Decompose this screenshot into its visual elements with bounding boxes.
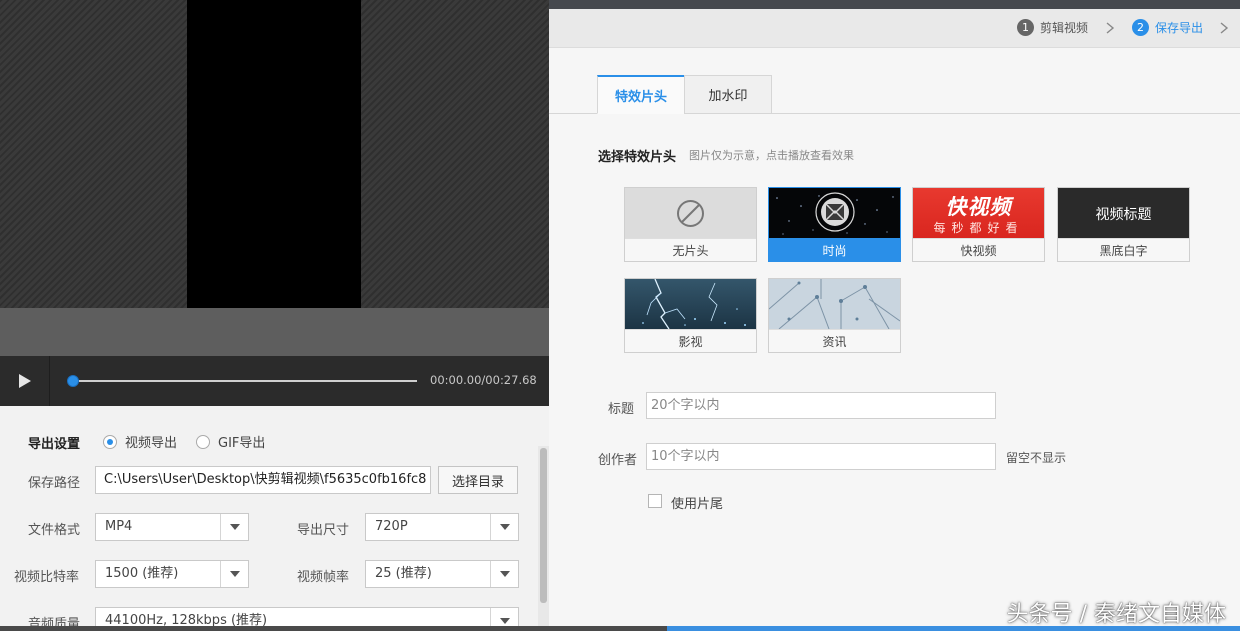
- author-label: 创作者: [598, 453, 638, 468]
- chevron-down-icon: [490, 561, 518, 587]
- use-outro-checkbox[interactable]: [648, 494, 662, 508]
- seek-handle[interactable]: [67, 375, 79, 387]
- export-settings-title: 导出设置: [28, 437, 81, 452]
- chevron-right-icon: [1220, 22, 1229, 34]
- format-label: 文件格式: [28, 523, 81, 538]
- step-number: 2: [1132, 19, 1149, 36]
- title-input[interactable]: 20个字以内: [646, 392, 996, 419]
- save-path-input[interactable]: C:\Users\User\Desktop\快剪辑视频\f5635c0fb16f…: [95, 466, 431, 494]
- fps-label: 视频帧率: [297, 570, 350, 585]
- settings-scrollbar-thumb[interactable]: [540, 448, 547, 603]
- bitrate-value: 1500 (推荐): [105, 566, 179, 581]
- intro-card-none[interactable]: 无片头: [624, 187, 757, 262]
- export-settings-panel: 导出设置 视频导出 GIF导出 保存路径 C:\Users\User\Deskt…: [0, 406, 549, 631]
- size-select[interactable]: 720P: [365, 513, 519, 541]
- preview-frame: [187, 0, 361, 308]
- choose-directory-button[interactable]: 选择目录: [438, 466, 518, 494]
- thumb-title: 快视频: [945, 195, 1012, 219]
- bitrate-label: 视频比特率: [14, 570, 80, 585]
- card-caption: 影视: [625, 329, 756, 352]
- player-controls: 00:00.00/00:27.68: [0, 356, 549, 406]
- author-note: 留空不显示: [1006, 451, 1067, 465]
- card-thumbnail: [769, 188, 900, 238]
- author-input[interactable]: 10个字以内: [646, 443, 996, 470]
- thumb-title: 视频标题: [1095, 207, 1152, 223]
- card-caption: 快视频: [913, 238, 1044, 261]
- fashion-thumbnail-art: [776, 192, 894, 235]
- lightning-thumbnail-art: [642, 279, 746, 329]
- card-caption: 黑底白字: [1058, 238, 1189, 261]
- intro-settings-panel: 1 剪辑视频 2 保存导出 特效片头 加水印 选择特效片头 图片仅为示意，点击播…: [549, 0, 1240, 631]
- card-thumbnail: [769, 279, 900, 329]
- card-thumbnail: 快视频 每秒都好看: [913, 188, 1044, 238]
- video-preview: [0, 0, 549, 308]
- card-caption: 无片头: [625, 238, 756, 261]
- intro-section-hint: 图片仅为示意，点击播放查看效果: [689, 149, 854, 162]
- chevron-down-icon: [220, 514, 248, 540]
- size-value: 720P: [375, 519, 408, 534]
- intro-card-film[interactable]: 影视: [624, 278, 757, 353]
- radio-label: 视频导出: [125, 436, 178, 451]
- top-strip: [549, 0, 1240, 9]
- fps-select[interactable]: 25 (推荐): [365, 560, 519, 588]
- watermark-text: 头条号 / 秦绪文自媒体: [1006, 602, 1226, 627]
- tab-watermark[interactable]: 加水印: [684, 75, 772, 114]
- chevron-down-icon: [220, 561, 248, 587]
- step-save-export[interactable]: 2 保存导出: [1132, 19, 1203, 36]
- radio-video-export[interactable]: 视频导出: [103, 432, 177, 451]
- step-number: 1: [1017, 19, 1034, 36]
- intro-section-title: 选择特效片头: [598, 150, 677, 165]
- intro-card-black-white[interactable]: 视频标题 黑底白字: [1057, 187, 1190, 262]
- radio-dot-checked: [103, 434, 117, 449]
- radio-dot: [196, 434, 210, 449]
- use-outro-label: 使用片尾: [671, 497, 724, 512]
- step-edit-video[interactable]: 1 剪辑视频: [1017, 19, 1088, 36]
- play-button[interactable]: [0, 356, 50, 406]
- play-icon: [18, 374, 31, 388]
- chevron-right-icon: [1106, 22, 1115, 34]
- title-label: 标题: [608, 402, 635, 417]
- format-value: MP4: [105, 519, 133, 534]
- preview-bottom-area: [0, 308, 549, 356]
- format-select[interactable]: MP4: [95, 513, 249, 541]
- radio-gif-export[interactable]: GIF导出: [196, 432, 265, 451]
- bitrate-select[interactable]: 1500 (推荐): [95, 560, 249, 588]
- size-label: 导出尺寸: [297, 523, 350, 538]
- tab-strip: 特效片头 加水印: [597, 75, 772, 114]
- time-readout: 00:00.00/00:27.68: [430, 373, 537, 387]
- card-caption: 资讯: [769, 329, 900, 352]
- fps-value: 25 (推荐): [375, 566, 432, 581]
- step-label: 保存导出: [1155, 21, 1204, 35]
- thumb-subtitle: 每秒都好看: [933, 221, 1024, 235]
- tab-intro-effects[interactable]: 特效片头: [597, 75, 685, 114]
- intro-card-kuaishipin[interactable]: 快视频 每秒都好看 快视频: [912, 187, 1045, 262]
- card-thumbnail: [625, 279, 756, 329]
- radio-label: GIF导出: [218, 436, 266, 451]
- save-path-label: 保存路径: [28, 476, 81, 491]
- intro-card-news[interactable]: 资讯: [768, 278, 901, 353]
- step-label: 剪辑视频: [1040, 21, 1089, 35]
- lines-thumbnail-art: [769, 279, 900, 329]
- bottom-strip: [0, 626, 667, 631]
- no-symbol-icon: [677, 200, 704, 227]
- step-bar: 1 剪辑视频 2 保存导出: [549, 9, 1240, 48]
- card-thumbnail: [625, 188, 756, 238]
- card-thumbnail: 视频标题: [1058, 188, 1189, 238]
- chevron-down-icon: [490, 514, 518, 540]
- intro-card-fashion[interactable]: 时尚: [768, 187, 901, 262]
- card-caption: 时尚: [769, 238, 900, 261]
- seek-track[interactable]: [70, 380, 417, 382]
